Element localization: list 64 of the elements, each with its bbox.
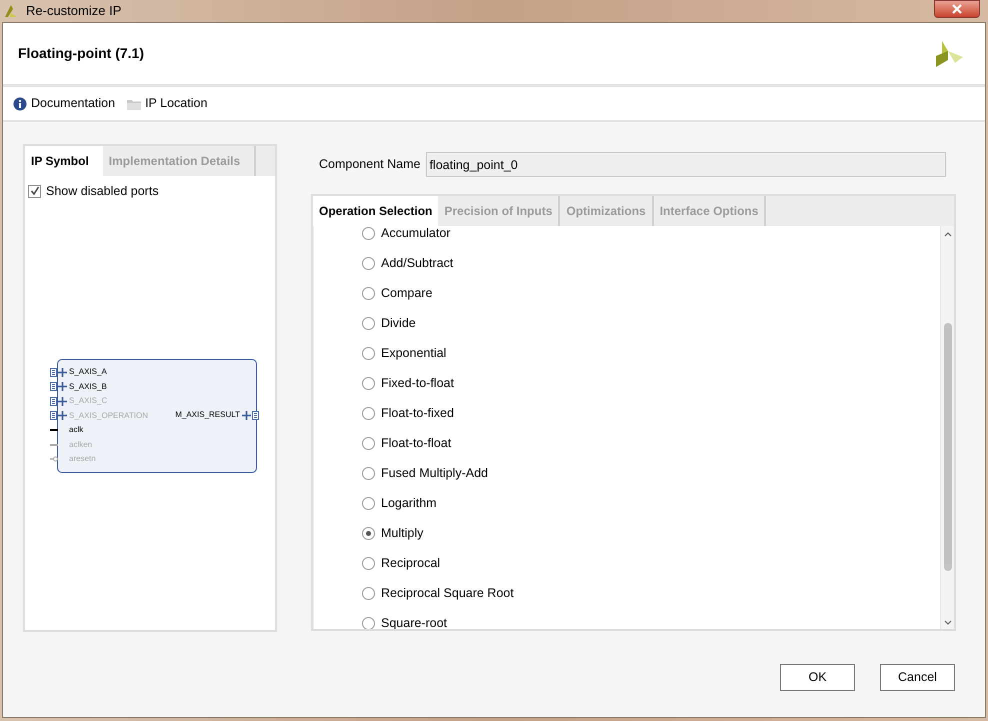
app-logo-icon bbox=[4, 4, 18, 18]
radio-button[interactable] bbox=[362, 346, 375, 360]
radio-button[interactable] bbox=[362, 616, 375, 629]
dialog-button[interactable]: OK bbox=[780, 664, 855, 691]
radio-button[interactable] bbox=[362, 526, 375, 540]
port-label: aclk bbox=[69, 426, 84, 434]
radio-button[interactable] bbox=[362, 556, 375, 570]
dialog-button[interactable]: Cancel bbox=[880, 664, 955, 691]
window-title: Re-customize IP bbox=[26, 2, 122, 20]
radio-label: Logarithm bbox=[381, 494, 437, 512]
radio-button[interactable] bbox=[362, 436, 375, 450]
tab[interactable]: Operation Selection bbox=[313, 196, 438, 226]
port-label: M_AXIS_RESULT bbox=[175, 411, 240, 419]
port-label: S_AXIS_OPERATION bbox=[69, 412, 148, 420]
bus-port-icon bbox=[242, 410, 259, 420]
bus-port-icon bbox=[50, 411, 67, 420]
scroll-up-icon bbox=[944, 232, 952, 237]
scroll-thumb[interactable] bbox=[944, 323, 952, 571]
port-label: S_AXIS_C bbox=[69, 397, 108, 405]
radio-label: Square-root bbox=[381, 614, 448, 629]
field-label: Component Name bbox=[319, 156, 420, 174]
bus-port-icon bbox=[50, 396, 67, 406]
port-label: S_AXIS_A bbox=[69, 368, 107, 376]
radio-label: Divide bbox=[381, 314, 416, 332]
radio-label: Reciprocal bbox=[381, 554, 440, 572]
bus-port-icon bbox=[50, 368, 67, 376]
link[interactable]: Documentation bbox=[31, 94, 116, 113]
radio-button[interactable] bbox=[362, 496, 375, 510]
dialog-title: Floating-point (7.1) bbox=[18, 44, 144, 63]
radio-label: Fixed-to-float bbox=[381, 374, 454, 392]
radio-button[interactable] bbox=[362, 406, 375, 420]
info-icon bbox=[13, 96, 27, 110]
radio-button[interactable] bbox=[362, 376, 375, 390]
radio-button[interactable] bbox=[362, 586, 375, 600]
radio-label: Add/Subtract bbox=[381, 254, 454, 272]
radio-label: Float-to-fixed bbox=[381, 404, 454, 422]
radio-label: Exponential bbox=[381, 344, 446, 362]
radio-button[interactable] bbox=[362, 286, 375, 300]
radio-button[interactable] bbox=[362, 226, 375, 240]
scrollbar[interactable] bbox=[940, 226, 954, 629]
close-button[interactable] bbox=[934, 0, 980, 18]
radio-button[interactable] bbox=[362, 466, 375, 480]
port-label: S_AXIS_B bbox=[69, 382, 107, 390]
port-label: aresetn bbox=[69, 455, 96, 463]
tab[interactable]: IP Symbol bbox=[25, 146, 103, 176]
radio-button[interactable] bbox=[362, 256, 375, 270]
radio-label: Multiply bbox=[381, 524, 424, 542]
checkbox-label: Show disabled ports bbox=[46, 183, 159, 200]
close-icon bbox=[952, 4, 962, 14]
link[interactable]: IP Location bbox=[145, 94, 208, 113]
radio-label: Accumulator bbox=[381, 226, 450, 242]
radio-label: Compare bbox=[381, 284, 432, 302]
bus-port-icon bbox=[50, 382, 67, 391]
radio-label: Fused Multiply-Add bbox=[381, 464, 488, 482]
radio-button[interactable] bbox=[362, 316, 375, 330]
reset-port-icon bbox=[50, 456, 58, 462]
logo-icon bbox=[933, 38, 965, 68]
port-label: aclken bbox=[69, 440, 92, 448]
scroll-down-icon bbox=[944, 620, 952, 625]
radio-label: Reciprocal Square Root bbox=[381, 584, 514, 602]
folder-icon bbox=[127, 98, 142, 110]
component-name-field[interactable]: floating_point_0 bbox=[426, 152, 946, 177]
checkbox[interactable] bbox=[28, 184, 41, 198]
radio-label: Float-to-float bbox=[381, 434, 452, 452]
